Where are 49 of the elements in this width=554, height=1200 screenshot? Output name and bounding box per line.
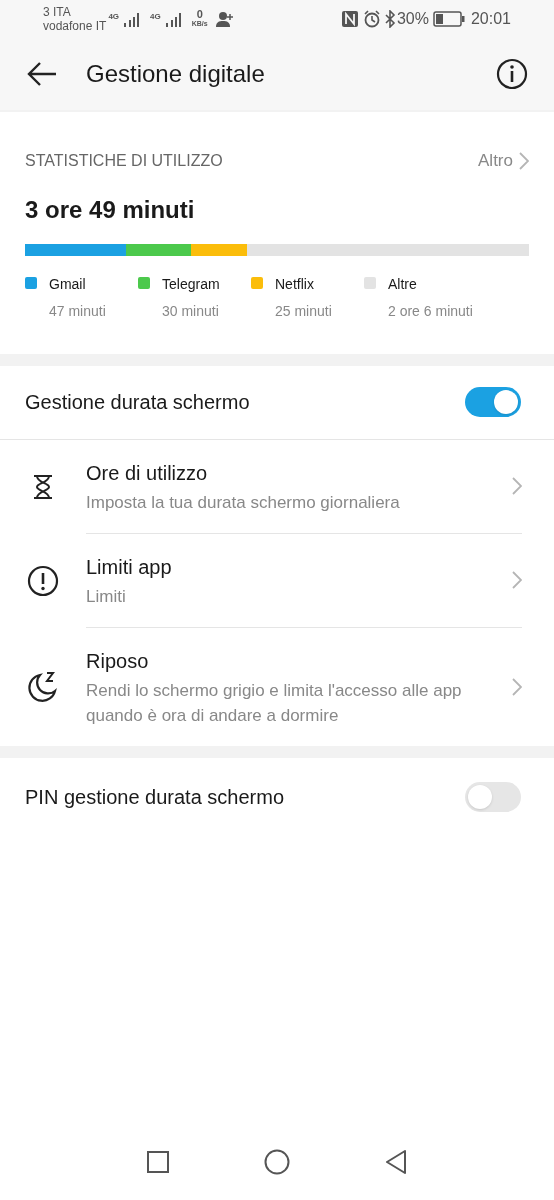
- info-icon[interactable]: [496, 58, 528, 90]
- section-heading: STATISTICHE DI UTILIZZO: [25, 150, 224, 171]
- toggle-switch[interactable]: [465, 781, 521, 812]
- app-usage-time: 2 ore 6 minuti: [388, 301, 473, 321]
- app-name: Altre: [388, 274, 418, 294]
- row-subtitle: Imposta la tua durata schermo giornaliera: [86, 491, 401, 514]
- settings-row[interactable]: Riposo Rendi lo schermo grigio e limita l'accesso alle app quando è ora di andare a dormire: [0, 627, 554, 746]
- setting-label: Gestione durata schermo: [25, 390, 251, 415]
- row-title: Riposo: [86, 648, 150, 674]
- row-subtitle: Limiti: [86, 585, 127, 608]
- app-name: Telegram: [162, 274, 220, 294]
- chevron-icon: [512, 677, 522, 696]
- clock-time: 20:01: [470, 9, 511, 29]
- person-add-icon: [215, 11, 234, 27]
- row-title: Limiti app: [86, 554, 173, 580]
- app-usage-time: 47 minuti: [49, 301, 106, 321]
- bluetooth-icon: [383, 10, 396, 28]
- speed-value: 0: [196, 9, 203, 19]
- recent-apps-icon[interactable]: [147, 1151, 169, 1173]
- app-name: Netflix: [275, 274, 315, 294]
- toggle-switch[interactable]: [465, 387, 521, 417]
- nfc-icon: [340, 10, 359, 28]
- page-title: Gestione digitale: [86, 59, 266, 89]
- alarm-icon: [362, 10, 381, 28]
- carrier-name: 3 ITA: [43, 5, 72, 19]
- network-type: 4G: [150, 11, 161, 23]
- app-usage-time: 30 minuti: [162, 301, 220, 321]
- moon-sleep-icon: [26, 669, 60, 704]
- row-subtitle: Rendi lo schermo grigio e limita l'accesso alle app quando è ora di andare a dormire: [86, 679, 463, 727]
- battery-icon: [432, 11, 465, 27]
- battery-percentage: 30%: [396, 9, 429, 29]
- chevron-icon: [512, 477, 522, 495]
- back-arrow-icon[interactable]: [26, 61, 58, 87]
- home-icon[interactable]: [264, 1149, 290, 1175]
- back-icon[interactable]: [385, 1150, 407, 1174]
- settings-row[interactable]: Ore di utilizzo Imposta la tua durata schermo giornaliera: [0, 439, 554, 534]
- app-name: Gmail: [49, 274, 87, 294]
- app-usage-time: 25 minuti: [275, 301, 332, 321]
- hourglass-icon: [31, 473, 55, 500]
- carrier-name: vodafone IT: [43, 19, 107, 33]
- row-title: Ore di utilizzo: [86, 460, 209, 486]
- chevron-icon: [512, 571, 522, 589]
- more-link[interactable]: Altro: [478, 148, 513, 174]
- setting-label: PIN gestione durata schermo: [25, 784, 286, 810]
- chevron-icon: [519, 151, 529, 170]
- network-type: 4G: [108, 11, 120, 23]
- settings-row[interactable]: Limiti app Limiti: [0, 533, 554, 628]
- total-usage-time: 3 ore 49 minuti: [25, 194, 196, 225]
- alert-icon: [27, 564, 59, 597]
